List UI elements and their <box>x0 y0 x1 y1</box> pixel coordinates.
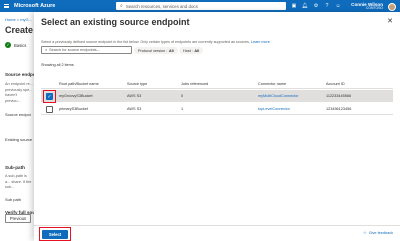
step-basics[interactable]: ✓ Basics <box>5 42 26 48</box>
cell-source-type: AWS S3 <box>127 94 142 98</box>
endpoint-search-input[interactable]: ⌕ Search for source endpoints... <box>41 46 132 54</box>
search-icon: ⌕ <box>120 3 123 9</box>
feedback-icon: ☺ <box>362 231 367 235</box>
panel-description-text: Select a previously defined source endpo… <box>41 40 250 44</box>
host-filter-label: Host : <box>183 48 193 53</box>
col-source-type[interactable]: Source type <box>127 82 147 86</box>
item-count: Showing all 2 items <box>41 63 74 67</box>
protocol-filter[interactable]: Protocol version : All <box>134 47 178 54</box>
endpoint-search-placeholder: Search for source endpoints... <box>49 48 100 52</box>
search-icon: ⌕ <box>45 48 48 52</box>
cell-connector[interactable]: myMultiCloudConnector <box>258 94 299 98</box>
subpath-text: A sub-path is a... share. If the sub... <box>5 174 32 189</box>
subpath-heading: Sub-path <box>5 165 25 170</box>
user-org: CONTOSO <box>365 5 383 10</box>
breadcrumb[interactable]: Home > myG... <box>5 17 32 22</box>
col-connector[interactable]: Connector name <box>258 82 286 86</box>
source-endpoint-label: Source endpoi <box>5 112 31 117</box>
source-endpoint-heading: Source endpo <box>5 72 36 77</box>
feedback-icon[interactable]: ☺ <box>334 3 342 9</box>
col-bucket[interactable]: Root path/Bucket name <box>59 82 99 86</box>
previous-button[interactable]: Previous <box>5 214 31 223</box>
brand-name[interactable]: Microsoft Azure <box>14 3 55 9</box>
step-label: Basics <box>14 42 27 48</box>
source-endpoint-text: An endpoint re... previously spe... have… <box>5 82 33 103</box>
bell-icon[interactable]: 🔔︎ <box>301 3 309 9</box>
cell-jobs: 1 <box>181 107 184 111</box>
table-header: Root path/Bucket name Source type Jobs r… <box>41 78 393 89</box>
cell-account: 112233445566 <box>326 94 352 98</box>
close-icon[interactable]: ✕ <box>387 17 393 25</box>
col-account[interactable]: Account ID <box>326 82 345 86</box>
protocol-filter-label: Protocol version : <box>138 48 168 53</box>
gear-icon[interactable]: ⚙ <box>312 3 320 9</box>
row-checkbox[interactable]: ✓ <box>46 92 53 100</box>
cloud-shell-icon[interactable]: ▣ <box>290 3 298 9</box>
protocol-filter-value: All <box>168 48 174 53</box>
panel-title: Select an existing source endpoint <box>41 17 190 27</box>
panel-description: Select a previously defined source endpo… <box>41 40 270 44</box>
learn-more-link[interactable]: Learn more <box>251 40 270 44</box>
checkmark-icon: ✓ <box>5 42 11 48</box>
table-row[interactable]: primaryS3Bucket AWS S3 1 topLevelConnect… <box>41 103 393 115</box>
global-search-placeholder: Search resources, services and docs <box>125 3 198 9</box>
help-icon[interactable]: ? <box>323 3 331 9</box>
row-checkbox[interactable] <box>46 105 53 113</box>
host-filter-value: All <box>194 48 200 53</box>
menu-icon[interactable] <box>4 3 9 9</box>
cell-account: 123456123456 <box>326 107 352 111</box>
existing-source-label: Existing source <box>5 137 33 142</box>
cell-connector[interactable]: topLevelConnector <box>258 107 290 111</box>
avatar[interactable] <box>388 2 396 11</box>
topbar-icons: ▣ 🔔︎ ⚙ ? ☺ <box>290 0 342 12</box>
global-search-input[interactable]: ⌕ Search resources, services and docs <box>116 2 286 10</box>
user-info[interactable]: Connie Wilson CONTOSO <box>351 2 383 11</box>
cell-jobs: 0 <box>181 94 184 98</box>
select-button[interactable]: Select <box>42 229 68 239</box>
col-jobs[interactable]: Jobs referenced <box>181 82 208 86</box>
give-feedback-label: Give feedback <box>368 231 393 235</box>
cell-bucket: myGroovyS3Bucket <box>59 94 93 98</box>
top-bar: Microsoft Azure ⌕ Search resources, serv… <box>0 0 400 12</box>
cell-bucket: primaryS3Bucket <box>59 107 88 111</box>
give-feedback-link[interactable]: ☺ Give feedback <box>363 231 393 235</box>
panel-footer: Select ☺ Give feedback <box>34 225 400 241</box>
select-endpoint-panel: Select an existing source endpoint ✕ Sel… <box>34 12 400 241</box>
cell-source-type: AWS S3 <box>127 107 142 111</box>
host-filter[interactable]: Host : All <box>179 47 204 54</box>
subpath-label: Sub path <box>5 197 22 202</box>
table-row[interactable]: ✓ myGroovyS3Bucket AWS S3 0 myMultiCloud… <box>41 89 393 103</box>
